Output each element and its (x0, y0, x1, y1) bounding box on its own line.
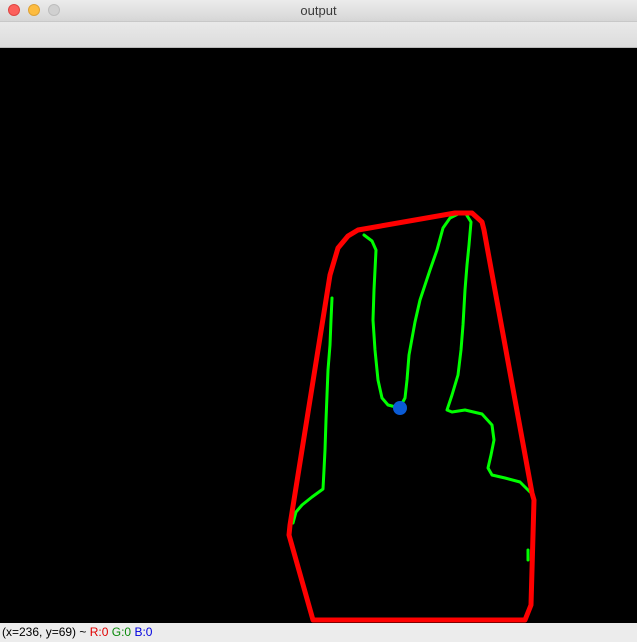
cursor-coordinates: (x=236, y=69) ~ (2, 625, 87, 639)
pixel-red-value: R:0 (89, 625, 109, 639)
image-canvas[interactable] (0, 48, 637, 623)
title-bar[interactable]: output (0, 0, 637, 22)
defect-point-marker (393, 401, 407, 415)
pixel-green-value: G:0 (111, 625, 132, 639)
pixel-blue-value: B:0 (134, 625, 153, 639)
image-view (0, 48, 637, 623)
status-bar: (x=236, y=69) ~ R:0 G:0 B:0 (0, 623, 637, 642)
window-title: output (300, 3, 337, 18)
app-window: output (x=236, y=69) ~ R:0 G:0 B:0 (0, 0, 637, 642)
toolbar (0, 22, 637, 48)
